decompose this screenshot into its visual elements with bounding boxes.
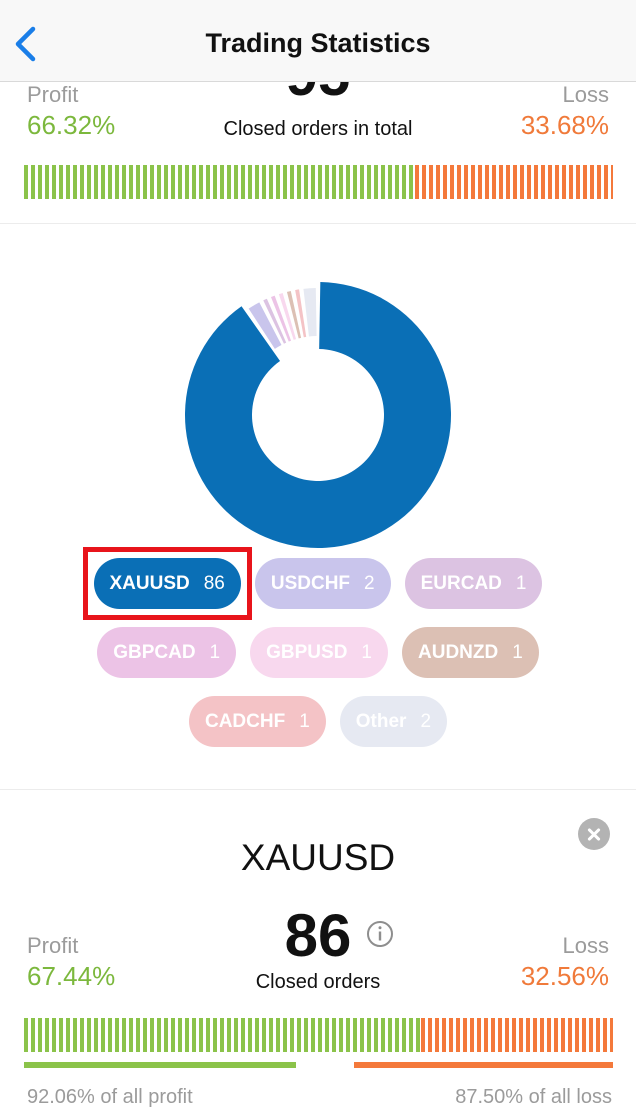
chip-wrapper: GBPCAD 1 (97, 627, 237, 678)
loss-percent: 33.68% (520, 110, 609, 140)
symbol-donut-chart[interactable] (178, 257, 458, 557)
chip-row: CADCHF 1 Other 2 (0, 696, 636, 747)
chip-label: GBPCAD (113, 641, 196, 663)
chip-row: GBPCAD 1 GBPUSD 1 AUDNZD 1 (0, 627, 636, 678)
loss-share-text: 87.50% of all loss (455, 1086, 612, 1107)
detail-profit-loss-ratio-bar (24, 1018, 613, 1052)
chip-label: EURCAD (420, 572, 502, 594)
detail-loss-label: Loss (562, 933, 609, 958)
profit-share-bar (24, 1062, 296, 1068)
profit-ratio-segment (24, 165, 415, 199)
donut-slice-xauusd[interactable] (185, 282, 452, 548)
chip-count: 1 (361, 641, 372, 663)
symbol-chip-cadchf[interactable]: CADCHF 1 (188, 696, 326, 747)
symbol-chip-gbpusd[interactable]: GBPUSD 1 (250, 627, 388, 678)
chip-count: 2 (364, 572, 375, 594)
total-orders-count: 95 (0, 82, 636, 109)
detail-profit-ratio-segment (24, 1018, 422, 1052)
detail-profit-label: Profit (27, 933, 79, 958)
chip-count: 2 (420, 710, 432, 732)
symbol-detail-panel: XAUUSD 86 Profit 67.44% Closed orders Lo… (0, 791, 636, 1107)
symbol-chip-eurcad[interactable]: EURCAD 1 (404, 558, 543, 609)
symbol-chip-usdchf[interactable]: USDCHF 2 (254, 558, 391, 609)
info-icon[interactable] (366, 920, 394, 948)
page-title: Trading Statistics (205, 28, 431, 58)
symbol-chip-other[interactable]: Other 2 (339, 696, 448, 747)
chip-row: XAUUSD 86 USDCHF 2 EURCAD 1 (0, 547, 636, 620)
symbol-chip-gbpcad[interactable]: GBPCAD 1 (97, 627, 237, 678)
chip-count: 1 (209, 641, 221, 663)
detail-orders-count: 86 (284, 902, 352, 969)
chip-count: 1 (299, 710, 310, 732)
chip-count: 1 (512, 641, 523, 663)
symbol-distribution: XAUUSD 86 USDCHF 2 EURCAD 1 GBPCAD 1 GBPUSD 1 AUDN… (0, 225, 636, 790)
nav-bar: Trading Statistics (0, 0, 636, 82)
profit-share-text: 92.06% of all profit (27, 1086, 193, 1107)
overview-summary: 95 Profit 66.32% Closed orders in total … (0, 82, 636, 224)
loss-label: Loss (562, 82, 609, 107)
loss-ratio-segment (414, 165, 613, 199)
profit-label: Profit (27, 82, 79, 107)
chip-label: GBPUSD (266, 641, 348, 663)
chip-wrapper: GBPUSD 1 (250, 627, 388, 678)
symbol-chip-list: XAUUSD 86 USDCHF 2 EURCAD 1 GBPCAD 1 GBPUSD 1 AUDN… (0, 547, 636, 765)
chip-wrapper: AUDNZD 1 (402, 627, 539, 678)
symbol-chip-audnzd[interactable]: AUDNZD 1 (402, 627, 539, 678)
chip-label: AUDNZD (418, 641, 499, 663)
detail-symbol: XAUUSD (240, 837, 396, 878)
chip-wrapper: Other 2 (339, 696, 448, 747)
detail-loss-ratio-segment (421, 1018, 613, 1052)
chip-wrapper: XAUUSD 86 (82, 547, 252, 620)
detail-loss-percent: 32.56% (520, 961, 609, 991)
loss-share-bar (354, 1062, 613, 1068)
chip-label: CADCHF (204, 710, 286, 732)
chip-label: Other (355, 710, 407, 732)
profit-loss-ratio-bar (24, 165, 613, 199)
chip-label: USDCHF (270, 572, 351, 594)
selection-highlight (82, 547, 252, 620)
chip-wrapper: EURCAD 1 (404, 558, 543, 609)
chip-wrapper: USDCHF 2 (254, 558, 391, 609)
chip-count: 1 (515, 572, 527, 594)
donut-slice-other[interactable] (303, 288, 317, 337)
chip-wrapper: CADCHF 1 (188, 696, 326, 747)
